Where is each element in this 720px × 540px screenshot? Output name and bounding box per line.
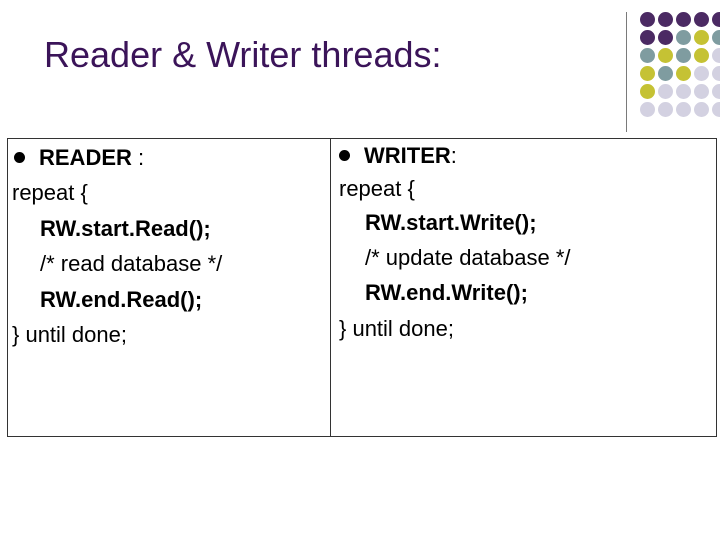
decorative-dot [676, 48, 691, 63]
decorative-dot [712, 102, 720, 117]
decorative-dot [640, 102, 655, 117]
decorative-dot [694, 102, 709, 117]
decorative-dot [658, 84, 673, 99]
decorative-dot [658, 102, 673, 117]
writer-line-start-write: RW.start.Write(); [365, 210, 537, 235]
writer-line-comment: /* update database */ [365, 245, 571, 270]
writer-heading-row: WRITER: [339, 143, 457, 169]
reader-heading: READER [39, 145, 132, 170]
decorative-dot [712, 84, 720, 99]
decorative-dot [676, 102, 691, 117]
writer-heading-suffix: : [450, 143, 457, 168]
decorative-dot [694, 30, 709, 45]
decorative-dot [712, 66, 720, 81]
decorative-dot [640, 48, 655, 63]
reader-panel: READER : repeat { RW.start.Read(); /* re… [7, 138, 331, 437]
decorative-dot [658, 12, 673, 27]
decorative-dot [712, 12, 720, 27]
decorative-dot [694, 12, 709, 27]
bullet-icon [339, 149, 350, 161]
writer-heading: WRITER [364, 143, 451, 168]
decorative-dot [640, 84, 655, 99]
decorative-dot [676, 84, 691, 99]
writer-line-until: } until done; [339, 316, 454, 341]
reader-line-repeat: repeat { [12, 180, 88, 205]
reader-heading-row: READER : [14, 145, 144, 171]
decorative-dot [676, 66, 691, 81]
decorative-divider-line [626, 12, 627, 132]
decorative-dot [640, 12, 655, 27]
decorative-dot [658, 66, 673, 81]
decorative-dot [640, 66, 655, 81]
reader-line-end-read: RW.end.Read(); [40, 287, 203, 312]
writer-line-end-write: RW.end.Write(); [365, 280, 528, 305]
decorative-dot-grid [636, 12, 720, 122]
decorative-dot [640, 30, 655, 45]
reader-line-start-read: RW.start.Read(); [40, 216, 211, 241]
decorative-dot [658, 30, 673, 45]
decorative-dot [694, 48, 709, 63]
slide-title: Reader & Writer threads: [44, 34, 442, 75]
bullet-icon [14, 151, 25, 163]
decorative-dot [694, 84, 709, 99]
decorative-dot [712, 30, 720, 45]
decorative-dot [712, 48, 720, 63]
reader-line-until: } until done; [12, 322, 127, 347]
decorative-dot [676, 30, 691, 45]
writer-panel: WRITER: repeat { RW.start.Write(); /* up… [330, 138, 717, 437]
reader-heading-suffix: : [131, 145, 145, 170]
writer-line-repeat: repeat { [339, 176, 415, 201]
decorative-dot [658, 48, 673, 63]
decorative-dot [694, 66, 709, 81]
decorative-dot [676, 12, 691, 27]
reader-line-comment: /* read database */ [40, 251, 223, 276]
